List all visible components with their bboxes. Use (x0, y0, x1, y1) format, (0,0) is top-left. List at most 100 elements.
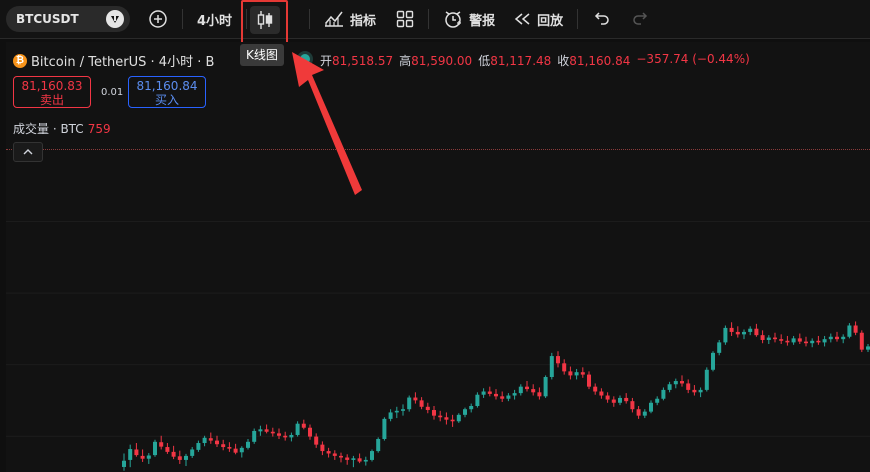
candle-body (487, 391, 492, 394)
candle-body (562, 363, 567, 372)
candle-body (618, 397, 622, 403)
candle-body (574, 372, 579, 376)
buy-price: 81,160.84 (136, 79, 198, 93)
symbol-legend: ₿ Bitcoin / TetherUS · 4小时 · B (13, 51, 214, 70)
candle-body (376, 438, 381, 452)
candle-body (593, 386, 598, 392)
candle-body (450, 419, 455, 422)
candle-body (128, 449, 133, 460)
candle-body (326, 451, 331, 454)
candle-body (642, 411, 647, 416)
candle-body (394, 410, 399, 413)
candle-body (549, 356, 554, 378)
candle-body (177, 456, 182, 460)
candle-body (419, 400, 424, 407)
candle-body (184, 455, 188, 460)
candle-body (239, 447, 244, 453)
chart-type-tooltip: K线图 (240, 44, 284, 66)
market-status-icon (300, 54, 310, 64)
candle-body (252, 430, 257, 442)
candle-body (735, 331, 740, 335)
candle-body (742, 331, 746, 335)
candle-body (500, 396, 505, 399)
candle-body (227, 447, 232, 449)
candle-body (159, 442, 164, 447)
buy-button[interactable]: 81,160.84 买入 (128, 76, 206, 108)
candle-body (171, 451, 176, 457)
candle-body (723, 327, 728, 343)
volume-legend: 成交量 · BTC 759 (13, 120, 111, 137)
buy-label: 买入 (154, 93, 179, 107)
candle-body (630, 401, 635, 410)
candle-body (698, 389, 703, 393)
candle-body (363, 459, 368, 462)
candle-body (797, 338, 802, 342)
candle-body (822, 339, 827, 343)
candle-body (425, 406, 430, 411)
candle-body (816, 340, 821, 343)
candle-body (438, 415, 443, 418)
candle-body (221, 444, 226, 448)
candle-body (518, 386, 523, 394)
candle-body (611, 399, 616, 403)
candle-body (463, 409, 467, 415)
sell-label: 卖出 (39, 93, 64, 107)
candle-body (165, 447, 170, 452)
candle-body (190, 449, 195, 456)
candle-body (382, 418, 387, 439)
candle-body (531, 389, 536, 393)
bitcoin-logo-icon: ₿ (13, 53, 27, 68)
candle-body (122, 460, 126, 467)
candle-body (853, 325, 858, 333)
candle-body (370, 451, 374, 460)
candle-body (543, 377, 548, 397)
spread-value: 0.01 (101, 87, 124, 98)
volume-label: 成交量 · BTC (13, 122, 84, 136)
candle-body (636, 409, 641, 416)
candle-body (760, 335, 765, 340)
candle-body (568, 371, 573, 376)
candle-body (481, 391, 486, 395)
candle-body (835, 336, 839, 340)
candle-body (754, 328, 759, 336)
candle-body (680, 381, 684, 384)
candle-body (729, 327, 734, 332)
candle-body (351, 458, 356, 460)
candlestick-chart (6, 221, 870, 471)
candle-body (444, 417, 449, 420)
candle-body (140, 455, 145, 459)
candle-body (791, 338, 796, 343)
candle-body (692, 389, 697, 393)
candle-body (345, 457, 350, 460)
candle-body (785, 340, 790, 343)
candle-body (407, 397, 412, 410)
candle-body (866, 346, 870, 350)
candle-body (314, 436, 319, 445)
candle-body (779, 339, 784, 341)
candle-body (661, 389, 666, 399)
candle-body (537, 392, 542, 397)
candle-body (494, 393, 498, 397)
candle-body (456, 414, 461, 422)
open-value: 81,518.57 (332, 54, 394, 68)
candle-body (413, 397, 418, 401)
candle-body (686, 383, 691, 390)
candle-body (270, 431, 275, 434)
collapse-legend-button[interactable] (13, 142, 43, 162)
candle-body (804, 341, 808, 344)
change-value: −357.74 (−0.44%) (636, 52, 750, 66)
candle-body (773, 337, 777, 340)
candle-body (847, 325, 852, 337)
close-value: 81,160.84 (569, 54, 631, 68)
high-value: 81,590.00 (411, 54, 473, 68)
high-label: 高 (399, 54, 412, 68)
candle-body (649, 402, 653, 412)
sell-button[interactable]: 81,160.83 卖出 (13, 76, 91, 108)
ohlc-readout: 开81,518.57 高81,590.00 低81,117.48 收81,160… (300, 52, 750, 69)
candle-body (841, 336, 846, 340)
candle-body (525, 386, 529, 390)
candle-body (202, 437, 207, 444)
candle-body (283, 435, 288, 438)
candle-body (810, 340, 815, 344)
low-value: 81,117.48 (490, 54, 552, 68)
